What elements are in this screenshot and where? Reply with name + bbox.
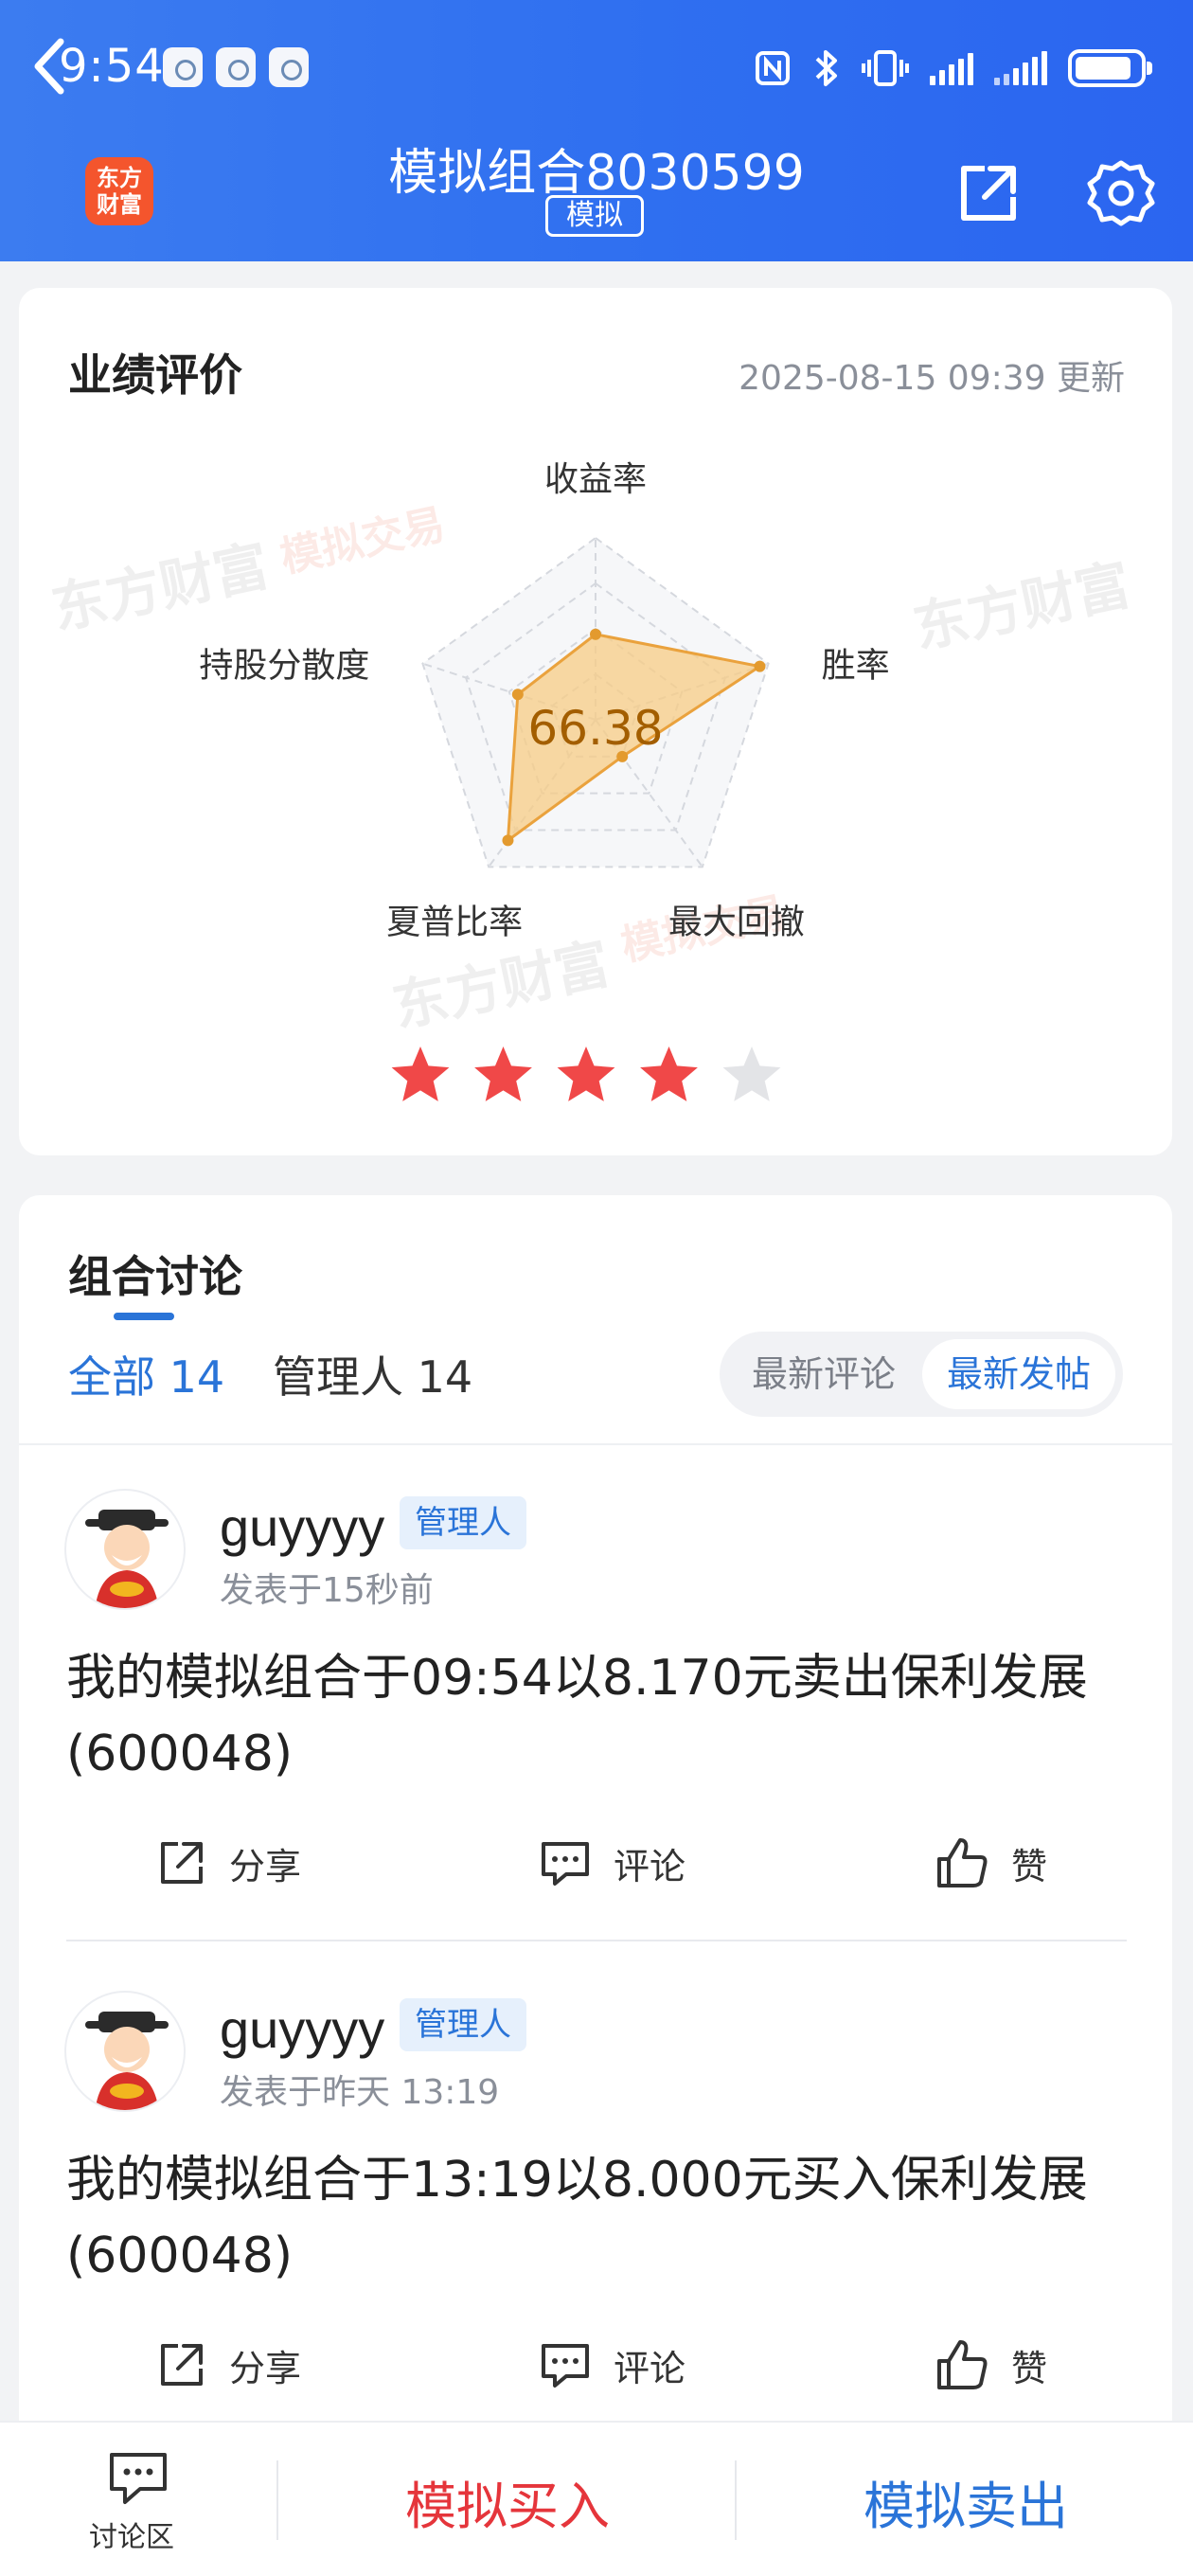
tab-manager[interactable]: 管理人 14 <box>273 1343 472 1405</box>
avatar-caishen-icon <box>85 1510 169 1608</box>
radar-axis-label: 持股分散度 <box>199 647 369 686</box>
discussion-card: 组合讨论 全部 14 管理人 14 最新评论 最新发帖 guyyyy 管理人 发… <box>19 1195 1172 2426</box>
radar-axis-label: 最大回撤 <box>668 903 805 941</box>
post-time: 发表于昨天 13:19 <box>220 2073 500 2112</box>
share-action[interactable]: 分享 <box>155 1830 301 1896</box>
comment-icon <box>542 2344 589 2388</box>
radar-point <box>754 660 766 672</box>
thumbs-up-icon <box>937 2340 988 2389</box>
post-time: 发表于15秒前 <box>220 1571 434 1610</box>
notification-icon <box>269 47 309 87</box>
watermark-tag: 模拟交易 <box>276 500 450 581</box>
back-icon[interactable] <box>21 28 78 104</box>
sort-latest-comment[interactable]: 最新评论 <box>729 1339 918 1409</box>
battery-icon <box>1068 49 1152 87</box>
vibrate-icon <box>862 50 909 86</box>
manager-badge: 管理人 <box>400 1496 526 1549</box>
signal-icon <box>994 51 1047 85</box>
post-username[interactable]: guyyyy <box>220 1998 384 2060</box>
watermark-brand: 东方财富 <box>387 931 615 1040</box>
performance-card: 业绩评价 2025-08-15 09:39 更新 东方财富 模拟交易 东方财富 … <box>19 288 1172 1155</box>
notification-icon <box>163 47 203 87</box>
radar-axis-label: 收益率 <box>544 460 647 499</box>
status-icons <box>754 42 1152 95</box>
manager-badge: 管理人 <box>400 1998 526 2051</box>
radar-chart: 东方财富 模拟交易 东方财富 东方财富 模拟交易 收益率胜率最大回撤夏普比率持股… <box>46 460 1136 1101</box>
comment-icon <box>542 1842 589 1886</box>
discussion-icon[interactable] <box>108 2451 169 2506</box>
discussion-title: 组合讨论 <box>68 1251 242 1302</box>
bottom-action-bar: 讨论区 模拟买入 模拟卖出 <box>0 2421 1193 2576</box>
settings-gear-icon[interactable] <box>1085 157 1157 229</box>
star-empty-icon <box>722 1046 781 1101</box>
sort-switch: 最新评论 最新发帖 <box>720 1332 1123 1417</box>
rating-stars <box>391 1046 781 1101</box>
discussion-area-label[interactable]: 讨论区 <box>89 2513 174 2555</box>
comment-action[interactable]: 评论 <box>538 2332 686 2398</box>
tab-active-indicator <box>114 1313 174 1320</box>
share-icon[interactable] <box>953 157 1024 229</box>
divider <box>735 2460 737 2540</box>
star-filled-icon <box>474 1046 532 1101</box>
like-action[interactable]: 赞 <box>934 1830 1047 1896</box>
radar-axis-label: 胜率 <box>822 647 890 686</box>
simulated-tag: 模拟 <box>545 195 644 237</box>
thumbs-up-icon <box>937 1838 988 1887</box>
star-filled-icon <box>640 1046 698 1101</box>
star-filled-icon <box>391 1046 450 1101</box>
signal-icon <box>930 51 973 85</box>
radar-axis-label: 夏普比率 <box>386 903 523 941</box>
watermark-brand: 东方财富 <box>46 533 275 642</box>
nfc-icon <box>756 51 790 85</box>
post-separator <box>66 1940 1127 1941</box>
post-content[interactable]: 我的模拟组合于13:19以8.000元买入保利发展(600048) <box>66 2142 1136 2294</box>
comment-action[interactable]: 评论 <box>538 1830 686 1896</box>
watermark-brand: 东方财富 <box>908 552 1136 661</box>
divider <box>276 2460 278 2540</box>
user-avatar[interactable] <box>64 1991 186 2112</box>
radar-score: 66.38 <box>527 701 663 756</box>
like-action[interactable]: 赞 <box>934 2332 1047 2398</box>
divider <box>19 1443 1172 1445</box>
tab-all[interactable]: 全部 14 <box>68 1343 224 1405</box>
radar-point <box>502 834 514 847</box>
radar-point <box>590 628 601 640</box>
post-content[interactable]: 我的模拟组合于09:54以8.170元卖出保利发展(600048) <box>66 1640 1136 1792</box>
avatar-caishen-icon <box>85 2012 169 2110</box>
notification-icon <box>216 47 256 87</box>
star-filled-icon <box>557 1046 615 1101</box>
radar-point <box>511 689 524 701</box>
share-icon <box>161 1842 203 1884</box>
share-action[interactable]: 分享 <box>155 2332 301 2398</box>
user-avatar[interactable] <box>64 1489 186 1610</box>
share-icon <box>161 2344 203 2386</box>
bluetooth-icon <box>815 50 837 86</box>
simulated-sell-button[interactable]: 模拟卖出 <box>739 2464 1193 2539</box>
simulated-buy-button[interactable]: 模拟买入 <box>280 2464 735 2539</box>
sort-latest-post[interactable]: 最新发帖 <box>922 1339 1115 1409</box>
post-username[interactable]: guyyyy <box>220 1496 384 1558</box>
status-bar: 9:54 <box>0 0 1193 133</box>
